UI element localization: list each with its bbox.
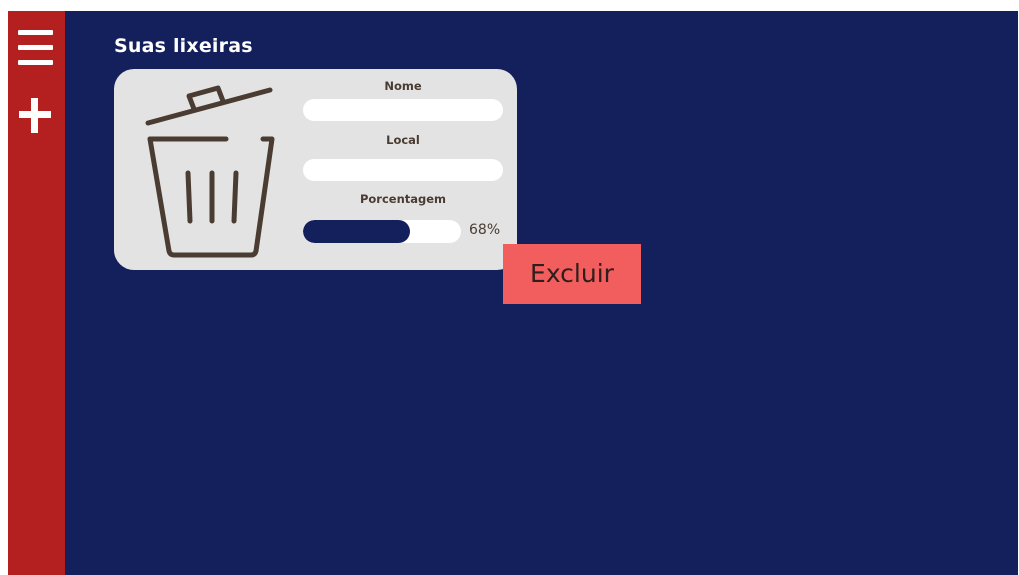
percentage-value: 68% [469, 222, 501, 238]
trash-bin-icon [145, 85, 275, 258]
sidebar [8, 11, 65, 575]
fill-level-progress-bar [303, 220, 461, 243]
name-label: Nome [384, 79, 422, 93]
bin-lid [145, 87, 273, 126]
plus-vertical [31, 98, 38, 133]
menu-bar-bottom [18, 60, 53, 65]
bin-card: Nome Local Porcentagem 68% [114, 69, 517, 270]
menu-bar-middle [18, 45, 53, 50]
page-title: Suas lixeiras [114, 35, 253, 57]
delete-button[interactable]: Excluir [503, 244, 641, 304]
bin-slat-left [185, 170, 193, 224]
hamburger-menu-icon[interactable] [18, 30, 53, 66]
location-input[interactable] [303, 159, 503, 181]
progress-fill [303, 220, 411, 243]
location-label: Local [386, 133, 420, 147]
plus-icon[interactable] [19, 98, 51, 133]
menu-bar-top [18, 30, 53, 35]
bin-slat-right [231, 170, 239, 224]
percentage-label: Porcentagem [359, 192, 447, 206]
app-screen: Suas lixeiras Nome Local Porcentagem 68%… [8, 11, 1018, 575]
name-input[interactable] [303, 99, 503, 121]
